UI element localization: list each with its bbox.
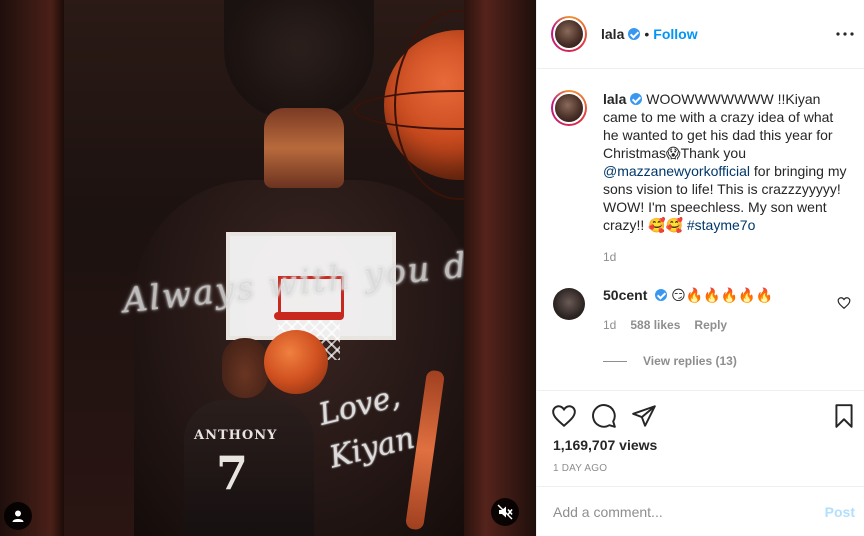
post-caption: lala WOOWWWWWWW !!Kiyan came to me with … xyxy=(551,90,851,264)
caption-hashtag-link[interactable]: #stayme7o xyxy=(687,217,755,233)
comment-item: 50cent 😏🔥🔥🔥🔥🔥 1d 588 likes Reply View re… xyxy=(551,286,851,368)
basketball-large xyxy=(354,10,464,200)
post-timestamp[interactable]: 1 DAY AGO xyxy=(553,463,607,474)
verified-badge-icon xyxy=(628,28,641,40)
comment-like-heart-icon[interactable] xyxy=(837,296,851,310)
video-frame[interactable]: Always with you dad ANTHONY 7 Love, Kiya… xyxy=(64,0,464,536)
verified-badge-icon xyxy=(655,289,668,301)
mute-button[interactable] xyxy=(491,498,519,526)
replies-divider xyxy=(603,360,627,362)
post-panel: lala • Follow lala WOOWWWWWWW !!Kiyan ca… xyxy=(536,0,864,536)
add-comment-bar: Post xyxy=(537,486,864,536)
action-bar xyxy=(551,403,855,431)
follow-button[interactable]: Follow xyxy=(653,26,697,42)
view-replies-label: View replies (13) xyxy=(643,354,737,368)
caption-mention-link[interactable]: @mazzanewyorkofficial xyxy=(603,163,750,179)
view-replies-button[interactable]: View replies (13) xyxy=(603,354,737,368)
comment-likes[interactable]: 588 likes xyxy=(630,318,680,332)
comment-body: 50cent 😏🔥🔥🔥🔥🔥 xyxy=(603,286,851,304)
post-media[interactable]: Always with you dad ANTHONY 7 Love, Kiya… xyxy=(0,0,536,536)
header-separator: • xyxy=(644,26,650,42)
user-tag-button[interactable] xyxy=(4,502,32,530)
speaker-muted-icon xyxy=(497,504,513,520)
small-figure-head xyxy=(222,338,268,398)
media-blur-right xyxy=(464,0,536,536)
small-jersey-name: ANTHONY xyxy=(194,428,278,443)
post-comment-button[interactable]: Post xyxy=(825,504,855,520)
person-head xyxy=(224,0,374,120)
share-icon[interactable] xyxy=(631,403,657,429)
header-username[interactable]: lala xyxy=(601,26,624,42)
comment-reply-button[interactable]: Reply xyxy=(694,318,727,332)
more-options-button[interactable] xyxy=(835,24,855,44)
bookmark-icon[interactable] xyxy=(831,403,857,429)
user-icon xyxy=(12,510,24,522)
comment-meta: 1d 588 likes Reply xyxy=(603,318,851,332)
person-neck xyxy=(264,108,344,188)
media-blur-left xyxy=(0,0,64,536)
comment-timestamp[interactable]: 1d xyxy=(603,318,616,332)
more-horizontal-icon xyxy=(836,32,854,36)
comment-input[interactable] xyxy=(553,503,825,520)
caption-avatar[interactable] xyxy=(551,90,587,126)
view-count[interactable]: 1,169,707 views xyxy=(553,437,657,453)
heart-icon[interactable] xyxy=(551,403,577,429)
comment-icon[interactable] xyxy=(591,403,617,429)
post-header: lala • Follow xyxy=(537,0,864,69)
caption-text: lala WOOWWWWWWW !!Kiyan came to me with … xyxy=(603,90,851,234)
caption-timestamp[interactable]: 1d xyxy=(603,250,851,264)
basketball-small xyxy=(264,330,328,394)
comment-text: 😏🔥🔥🔥🔥🔥 xyxy=(671,287,773,303)
header-avatar[interactable] xyxy=(551,16,587,52)
small-jersey-number: 7 xyxy=(215,446,248,500)
verified-badge-icon xyxy=(630,93,643,105)
post-actions-section: 1,169,707 views 1 DAY AGO xyxy=(537,390,864,474)
comment-username[interactable]: 50cent xyxy=(603,287,647,303)
comment-avatar[interactable] xyxy=(553,288,585,320)
caption-username[interactable]: lala xyxy=(603,91,626,107)
